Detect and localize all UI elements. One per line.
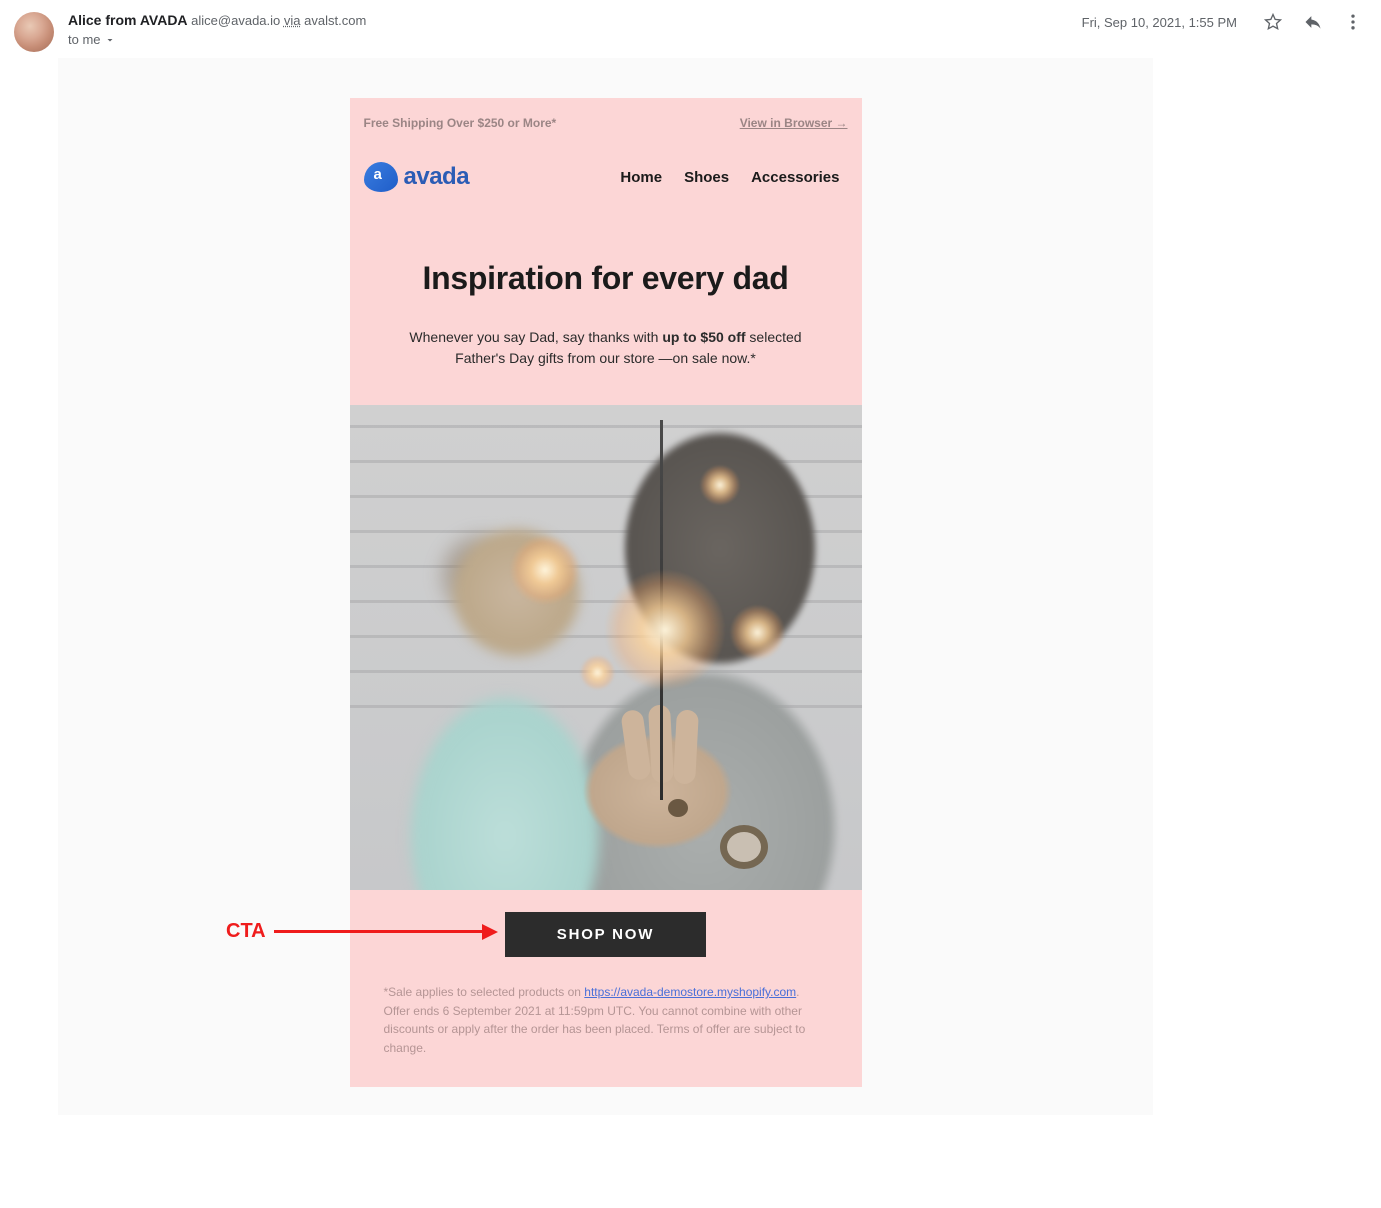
watch [720, 825, 768, 869]
sender-block: Alice from AVADA alice@avada.io via aval… [14, 12, 366, 52]
hero-image [350, 405, 862, 890]
via-domain: avalst.com [304, 13, 366, 28]
shop-now-button[interactable]: SHOP NOW [505, 912, 706, 957]
fineprint: *Sale applies to selected products on ht… [350, 973, 862, 1087]
hero-subtext: Whenever you say Dad, say thanks with up… [350, 297, 862, 405]
fine-pre: *Sale applies to selected products on [384, 985, 585, 999]
nav-home[interactable]: Home [620, 169, 662, 186]
hero-title: Inspiration for every dad [350, 202, 862, 297]
spark [605, 570, 725, 690]
sender-line: Alice from AVADA alice@avada.io via aval… [68, 12, 366, 28]
nav-links: Home Shoes Accessories [620, 169, 839, 186]
chevron-down-icon [104, 34, 116, 46]
annotation-arrowhead [482, 924, 498, 940]
shipping-text: Free Shipping Over $250 or More* [364, 116, 557, 130]
gmail-actions: Fri, Sep 10, 2021, 1:55 PM [1082, 12, 1363, 32]
to-label: to me [68, 32, 101, 47]
annotation-cta: CTA [226, 920, 498, 943]
annotation-line [274, 930, 482, 933]
reply-icon[interactable] [1303, 12, 1323, 32]
nav-accessories[interactable]: Accessories [751, 169, 839, 186]
sender-email: alice@avada.io [191, 13, 280, 28]
gmail-header: Alice from AVADA alice@avada.io via aval… [0, 0, 1381, 58]
spark [510, 535, 580, 605]
recipient-line[interactable]: to me [68, 32, 366, 47]
logo-text: avada [404, 163, 470, 191]
email-nav: avada Home Shoes Accessories [350, 148, 862, 202]
email-viewport: Free Shipping Over $250 or More* View in… [58, 58, 1153, 1115]
timestamp: Fri, Sep 10, 2021, 1:55 PM [1082, 15, 1237, 30]
email-topbar: Free Shipping Over $250 or More* View in… [350, 98, 862, 148]
avatar[interactable] [14, 12, 54, 52]
logo-icon [364, 162, 398, 192]
star-icon[interactable] [1263, 12, 1283, 32]
finger [673, 709, 699, 784]
spark [700, 465, 740, 505]
sender-name: Alice from AVADA [68, 12, 188, 28]
spark [730, 605, 785, 660]
hero-sub-bold: up to $50 off [662, 329, 745, 345]
brand-logo[interactable]: avada [364, 162, 470, 192]
via-label: via [284, 13, 301, 28]
more-icon[interactable] [1343, 12, 1363, 32]
ring [668, 799, 688, 817]
spark [580, 655, 615, 690]
view-in-browser-link[interactable]: View in Browser → [740, 116, 848, 130]
nav-shoes[interactable]: Shoes [684, 169, 729, 186]
fine-link[interactable]: https://avada-demostore.myshopify.com [584, 985, 796, 999]
hero-sub-pre: Whenever you say Dad, say thanks with [409, 329, 662, 345]
annotation-label: CTA [226, 920, 266, 943]
